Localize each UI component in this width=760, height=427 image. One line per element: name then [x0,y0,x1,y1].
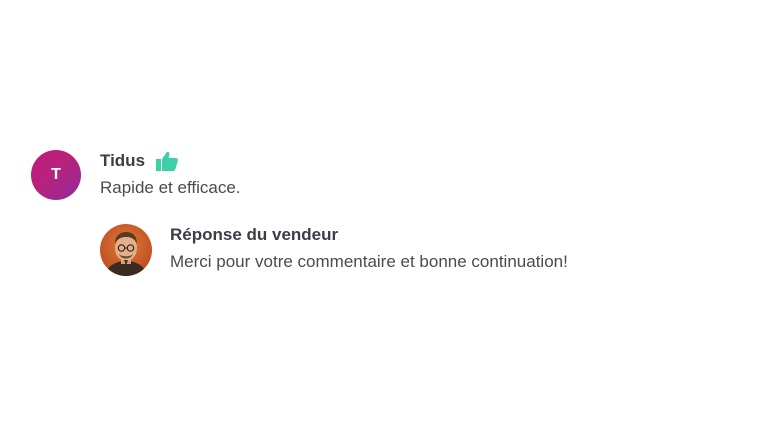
review-page: T Tidus Rapide et efficace. Réponse du v… [0,0,760,427]
reviewer-name: Tidus [100,151,146,170]
review-body: Tidus Rapide et efficace. [100,148,241,198]
author-line: Tidus [100,148,241,174]
reviewer-avatar: T [31,150,81,200]
reviewer-avatar-letter: T [51,166,61,183]
seller-reply-title: Réponse du vendeur [170,225,339,244]
thumbs-up-icon [155,150,179,172]
seller-reply-text: Merci pour votre commentaire et bonne co… [170,252,568,271]
seller-avatar [100,224,152,276]
seller-reply-body: Réponse du vendeur Merci pour votre comm… [170,222,568,272]
review-text: Rapide et efficace. [100,178,241,197]
